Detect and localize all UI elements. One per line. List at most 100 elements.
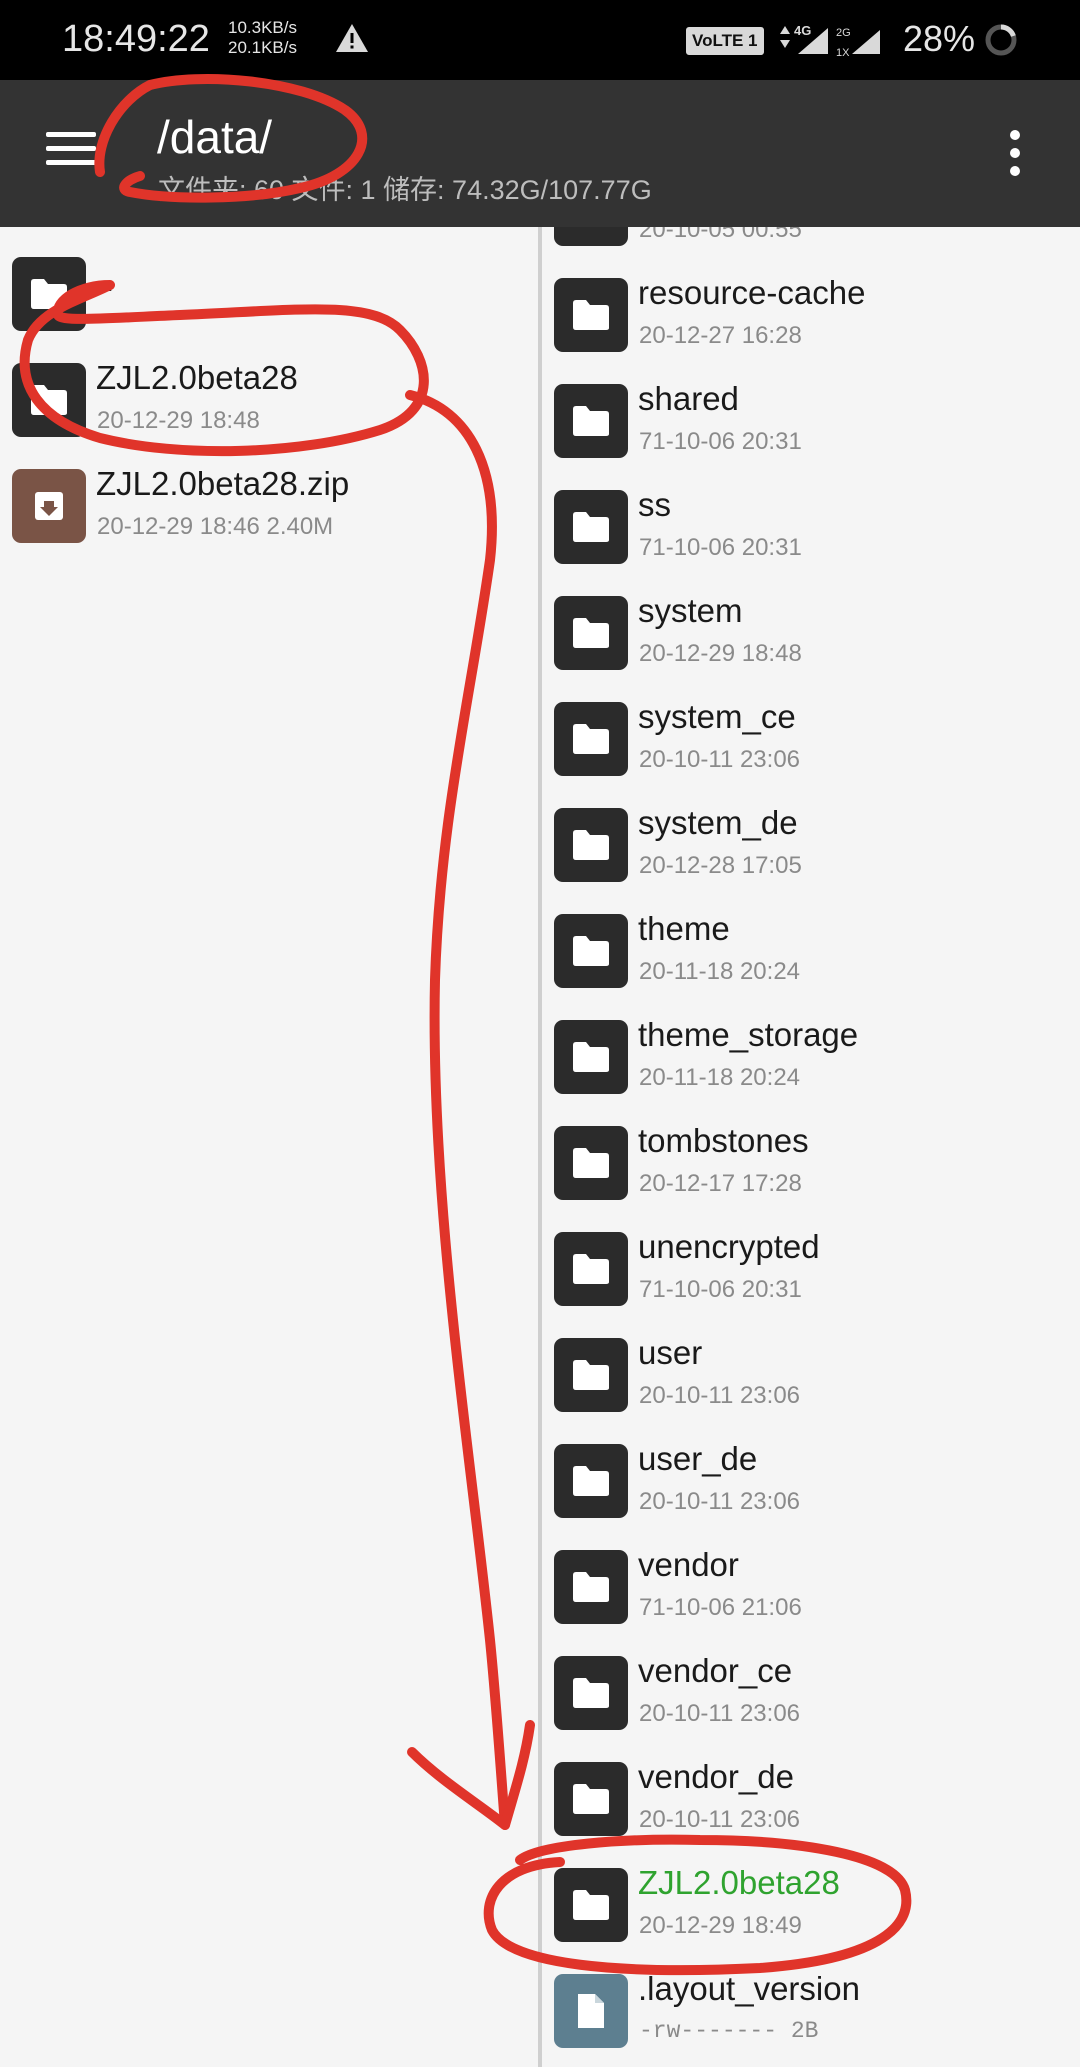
more-options-icon[interactable] bbox=[1000, 130, 1030, 180]
file-list-item[interactable]: 20-10-05 00:55 bbox=[542, 227, 1080, 260]
file-meta: -rw------- 2B bbox=[639, 2018, 819, 2044]
folder-icon bbox=[554, 808, 628, 882]
file-meta: 20-11-18 20:24 bbox=[639, 958, 801, 985]
file-meta: 71-10-06 20:31 bbox=[639, 534, 802, 561]
file-name: system_de bbox=[638, 804, 798, 841]
folder-icon bbox=[554, 596, 628, 670]
folder-icon bbox=[554, 1126, 628, 1200]
file-name: shared bbox=[638, 380, 739, 417]
file-list-item[interactable]: unencrypted 71-10-06 20:31 bbox=[542, 1214, 1080, 1320]
battery-percent: 28% bbox=[903, 18, 976, 59]
file-meta: 20-12-28 17:05 bbox=[639, 852, 802, 879]
file-icon bbox=[554, 1974, 628, 2048]
file-list-item[interactable]: ZJL2.0beta28 20-12-29 18:48 bbox=[0, 345, 538, 451]
file-meta: 71-10-06 21:06 bbox=[639, 1594, 802, 1621]
folder-icon bbox=[554, 227, 628, 246]
signal-icon: 4G 2G 1X bbox=[780, 23, 880, 59]
folder-icon bbox=[554, 1338, 628, 1412]
file-meta: 20-11-18 20:24 bbox=[639, 1064, 801, 1091]
file-name: system_ce bbox=[638, 698, 796, 735]
file-meta: 20-10-11 23:06 bbox=[639, 1700, 801, 1727]
file-name: .. bbox=[96, 261, 115, 298]
file-meta: 20-10-11 23:06 bbox=[639, 1382, 801, 1409]
file-name: ZJL2.0beta28 bbox=[638, 1864, 840, 1901]
folder-icon bbox=[554, 490, 628, 564]
file-name: system bbox=[638, 592, 743, 629]
file-meta: 20-10-05 00:55 bbox=[639, 227, 802, 243]
folder-icon bbox=[554, 702, 628, 776]
file-name: user_de bbox=[638, 1440, 758, 1477]
file-name: .layout_version bbox=[638, 1970, 860, 2007]
file-name: theme bbox=[638, 910, 730, 947]
file-name: vendor_de bbox=[638, 1758, 794, 1795]
file-list-item[interactable]: user 20-10-11 23:06 bbox=[542, 1320, 1080, 1426]
app-toolbar: /data/ 文件夹: 60 文件: 1 储存: 74.32G/107.77G bbox=[0, 80, 1080, 227]
folder-icon bbox=[554, 1656, 628, 1730]
file-list-item[interactable]: user_de 20-10-11 23:06 bbox=[542, 1426, 1080, 1532]
storage-info: 文件夹: 60 文件: 1 储存: 74.32G/107.77G bbox=[158, 175, 652, 205]
speed-down: 20.1KB/s bbox=[228, 38, 297, 57]
file-meta: 71-10-06 20:31 bbox=[639, 1276, 802, 1303]
file-meta: 20-12-29 18:48 bbox=[97, 407, 260, 434]
left-file-pane[interactable]: .. ZJL2.0beta28 20-12-29 18:48 ZJL2.0beta28… bbox=[0, 227, 538, 2067]
file-name: ZJL2.0beta28.zip bbox=[96, 465, 350, 502]
file-name: ss bbox=[638, 486, 671, 523]
folder-icon bbox=[554, 384, 628, 458]
file-name: vendor_ce bbox=[638, 1652, 793, 1689]
file-list-item[interactable]: .layout_version -rw------- 2B bbox=[542, 1956, 1080, 2062]
file-list-item[interactable]: tombstones 20-12-17 17:28 bbox=[542, 1108, 1080, 1214]
right-file-pane[interactable]: 20-10-05 00:55 resource-cache 20-12-27 16:… bbox=[542, 227, 1080, 2067]
folder-icon bbox=[554, 1762, 628, 1836]
sim2-sub: 1X bbox=[836, 47, 850, 59]
file-list-item[interactable]: system_de 20-12-28 17:05 bbox=[542, 790, 1080, 896]
folder-icon bbox=[12, 363, 86, 437]
warning-icon bbox=[336, 24, 368, 52]
file-list-item[interactable]: theme_storage 20-11-18 20:24 bbox=[542, 1002, 1080, 1108]
status-time: 18:49:22 bbox=[62, 18, 210, 60]
file-list-item[interactable]: ss 71-10-06 20:31 bbox=[542, 472, 1080, 578]
file-list-item[interactable]: vendor_ce 20-10-11 23:06 bbox=[542, 1638, 1080, 1744]
file-list-item[interactable]: resource-cache 20-12-27 16:28 bbox=[542, 260, 1080, 366]
folder-icon bbox=[554, 1232, 628, 1306]
folder-icon bbox=[554, 1868, 628, 1942]
file-list-item[interactable]: shared 71-10-06 20:31 bbox=[542, 366, 1080, 472]
file-list-item[interactable]: .. bbox=[0, 239, 538, 345]
menu-icon[interactable] bbox=[46, 132, 98, 172]
file-name: tombstones bbox=[638, 1122, 809, 1159]
file-meta: 71-10-06 20:31 bbox=[639, 428, 802, 455]
file-meta: 20-12-29 18:48 bbox=[639, 640, 802, 667]
file-list-item[interactable]: vendor_de 20-10-11 23:06 bbox=[542, 1744, 1080, 1850]
file-meta: 20-10-11 23:06 bbox=[639, 746, 801, 773]
folder-icon bbox=[554, 1550, 628, 1624]
battery-icon bbox=[985, 24, 1017, 56]
status-bar: 18:49:22 10.3KB/s 20.1KB/s VoLTE 1 4G 2G… bbox=[0, 0, 1080, 80]
file-name: ZJL2.0beta28 bbox=[96, 359, 298, 396]
file-meta: 20-12-27 16:28 bbox=[639, 322, 802, 349]
file-list-item[interactable]: system_ce 20-10-11 23:06 bbox=[542, 684, 1080, 790]
file-meta: 20-10-11 23:06 bbox=[639, 1488, 801, 1515]
archive-icon bbox=[12, 469, 86, 543]
sim2-type: 2G bbox=[836, 27, 851, 39]
network-speed: 10.3KB/s 20.1KB/s bbox=[228, 18, 297, 58]
folder-icon bbox=[554, 914, 628, 988]
file-meta: 20-12-29 18:49 bbox=[639, 1912, 802, 1939]
file-list-item[interactable]: vendor 71-10-06 21:06 bbox=[542, 1532, 1080, 1638]
file-meta: 20-10-11 23:06 bbox=[639, 1806, 801, 1833]
file-meta: 20-12-17 17:28 bbox=[639, 1170, 802, 1197]
file-name: unencrypted bbox=[638, 1228, 820, 1265]
file-name: vendor bbox=[638, 1546, 739, 1583]
folder-icon bbox=[554, 278, 628, 352]
folder-icon bbox=[12, 257, 86, 331]
file-list-item[interactable]: ZJL2.0beta28.zip 20-12-29 18:46 2.40M bbox=[0, 451, 538, 557]
right-file-list: 20-10-05 00:55 resource-cache 20-12-27 16:… bbox=[542, 227, 1080, 2062]
file-name: user bbox=[638, 1334, 703, 1371]
network-type: 4G bbox=[794, 23, 811, 38]
left-file-list: .. ZJL2.0beta28 20-12-29 18:48 ZJL2.0beta28… bbox=[0, 239, 538, 557]
file-list-item[interactable]: theme 20-11-18 20:24 bbox=[542, 896, 1080, 1002]
file-list-item[interactable]: ZJL2.0beta28 20-12-29 18:49 bbox=[542, 1850, 1080, 1956]
speed-up: 10.3KB/s bbox=[228, 18, 297, 37]
file-name: theme_storage bbox=[638, 1016, 859, 1053]
folder-icon bbox=[554, 1444, 628, 1518]
current-path: /data/ bbox=[157, 111, 273, 163]
file-list-item[interactable]: system 20-12-29 18:48 bbox=[542, 578, 1080, 684]
